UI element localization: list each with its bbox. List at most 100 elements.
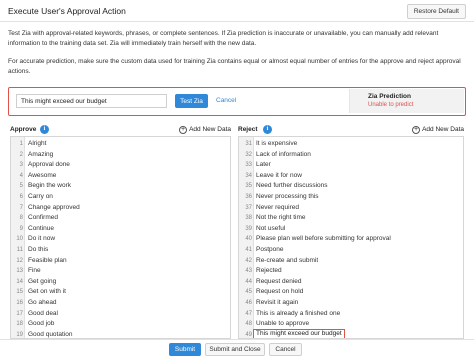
list-item-text: Good job (28, 320, 55, 328)
list-item-text: Not the right time (256, 214, 306, 222)
list-item-text: It is expensive (256, 140, 298, 147)
list-item[interactable]: 2 Amazing (11, 150, 230, 160)
list-item-text: Approval done (28, 161, 70, 169)
list-item-text: Change approved (28, 203, 80, 211)
zia-prediction-panel: Zia Prediction Unable to predict (349, 89, 464, 113)
restore-default-button[interactable]: Restore Default (406, 4, 466, 19)
submit-button[interactable]: Submit (169, 343, 201, 356)
list-item[interactable]: 8 Confirmed (11, 213, 230, 223)
list-item[interactable]: 18 Good job (11, 319, 230, 329)
test-phrase-input[interactable] (16, 94, 167, 108)
list-item[interactable]: 44 Request denied (239, 277, 463, 287)
list-item[interactable]: 34 Leave it for now (239, 171, 463, 181)
list-item-text: Begin the work (28, 182, 71, 190)
instructions-text: Test Zia with approval-related keywords,… (8, 30, 439, 47)
list-item[interactable]: 10 Do it now (11, 234, 230, 244)
line-number: 4 (19, 172, 23, 179)
list-item-text: Re-create and submit (256, 256, 319, 264)
list-item[interactable]: 47 This is already a finished one (239, 309, 463, 319)
submit-and-close-button[interactable]: Submit and Close (205, 343, 265, 356)
reject-data-editor[interactable]: 31 It is expensive 32 Lack of information 33… (238, 136, 464, 339)
list-item[interactable]: 17 Good deal (11, 309, 230, 319)
line-number: 10 (16, 236, 23, 243)
list-item[interactable]: 7 Change approved (11, 203, 230, 213)
line-number: 39 (245, 225, 252, 232)
list-item-text: Go ahead (28, 299, 57, 306)
list-item-text: Do this (28, 246, 49, 253)
list-item[interactable]: 48 Unable to approve (239, 319, 463, 329)
test-zia-panel: Test Zia Cancel Zia Prediction Unable to… (8, 87, 466, 116)
info-icon[interactable]: i (40, 125, 49, 134)
list-item[interactable]: 42 Re-create and submit (239, 256, 463, 266)
plus-circle-icon: + (179, 126, 188, 134)
line-number: 43 (245, 268, 252, 275)
list-item-text: Leave it for now (256, 171, 302, 179)
list-item-text: Postpone (256, 246, 284, 253)
list-item-text: Get going (28, 277, 57, 285)
list-item[interactable]: 40 Please plan well before submitting for… (239, 234, 463, 244)
list-item[interactable]: 6 Carry on (11, 192, 230, 202)
list-item[interactable]: 11 Do this (11, 245, 230, 255)
list-item[interactable]: 1 Alright (11, 139, 230, 149)
list-item[interactable]: 15 Get on with it (11, 287, 230, 297)
approve-data-editor[interactable]: 1 Alright 2 Amazing 3 Approval done 4 Awesome 5 B… (10, 136, 231, 339)
line-number: 11 (16, 247, 23, 253)
line-number: 38 (245, 215, 252, 222)
list-item-text: Need further discussions (256, 182, 328, 190)
list-item[interactable]: 16 Go ahead (11, 298, 230, 308)
list-item[interactable]: 46 Revisit it again (239, 298, 463, 308)
list-item[interactable]: 36 Never processing this (239, 192, 463, 202)
list-item-text: This is already a finished one (256, 309, 341, 317)
list-item[interactable]: 5 Begin the work (11, 181, 230, 191)
line-number: 5 (19, 183, 23, 190)
line-number: 44 (245, 278, 252, 285)
line-number: 13 (16, 268, 23, 275)
line-number: 19 (16, 331, 23, 338)
reject-label: Reject (238, 126, 258, 133)
line-number: 18 (16, 321, 23, 328)
line-number: 14 (16, 278, 23, 285)
line-number: 35 (245, 183, 252, 190)
list-item[interactable]: 49 This might exceed our budget (239, 328, 463, 338)
prediction-title: Zia Prediction (368, 93, 411, 100)
cancel-button[interactable]: Cancel (269, 343, 302, 356)
reject-add-new-label: Add New Data (422, 126, 464, 133)
line-number: 2 (19, 151, 23, 158)
list-item[interactable]: 4 Awesome (11, 171, 230, 181)
line-number: 8 (19, 215, 23, 222)
line-number: 17 (16, 310, 23, 317)
list-item[interactable]: 32 Lack of information (239, 150, 463, 160)
list-item[interactable]: 14 Get going (11, 277, 230, 287)
prediction-status: Unable to predict (368, 102, 414, 108)
line-number: 33 (245, 162, 252, 169)
list-item[interactable]: 39 Not useful (239, 224, 463, 234)
list-item[interactable]: 35 Need further discussions (239, 181, 463, 191)
list-item-text: Alright (28, 140, 47, 147)
list-item[interactable]: 33 Later (239, 160, 463, 170)
list-item-text: Fine (28, 267, 41, 275)
list-item[interactable]: 31 It is expensive (239, 139, 463, 149)
line-number: 47 (245, 310, 252, 317)
list-item[interactable]: 19 Good quotation (11, 330, 230, 338)
list-item[interactable]: 38 Not the right time (239, 213, 463, 223)
list-item-text: Carry on (28, 193, 53, 200)
list-item-text: Revisit it again (256, 299, 299, 306)
list-item[interactable]: 43 Rejected (239, 266, 463, 276)
test-cancel-link[interactable]: Cancel (216, 97, 236, 104)
list-item[interactable]: 13 Fine (11, 266, 230, 276)
dialog-footer: Submit Submit and Close Cancel (0, 339, 474, 358)
list-item[interactable]: 41 Postpone (239, 245, 463, 255)
list-item[interactable]: 12 Feasible plan (11, 256, 230, 266)
dialog-header: Execute User's Approval Action Restore D… (0, 0, 474, 22)
info-icon[interactable]: i (263, 125, 272, 134)
reject-add-new-data-button[interactable]: + Add New Data (412, 125, 464, 135)
test-zia-button[interactable]: Test Zia (175, 94, 208, 108)
list-item[interactable]: 37 Never required (239, 203, 463, 213)
list-item-text: Awesome (28, 171, 57, 179)
list-item-text: Lack of information (256, 150, 311, 158)
list-item[interactable]: 9 Continue (11, 224, 230, 234)
list-item[interactable]: 45 Request on hold (239, 287, 463, 297)
approve-add-new-data-button[interactable]: + Add New Data (179, 125, 231, 135)
list-item-text: Not useful (256, 224, 286, 232)
list-item[interactable]: 3 Approval done (11, 160, 230, 170)
